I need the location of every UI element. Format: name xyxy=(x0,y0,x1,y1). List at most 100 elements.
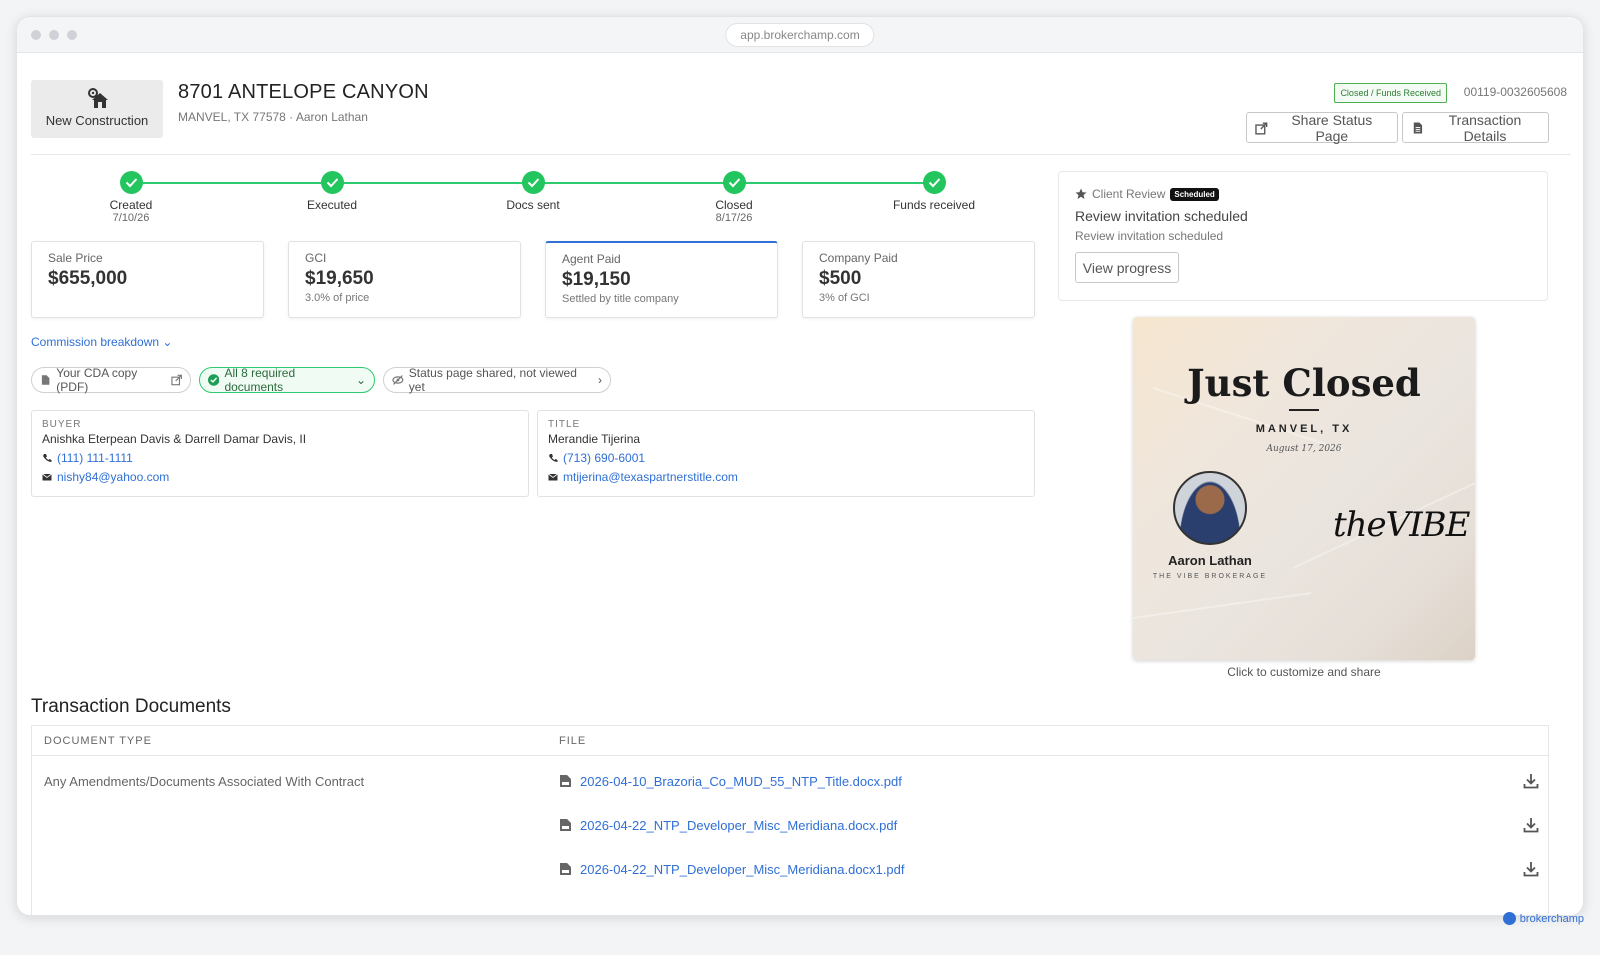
download-icon[interactable] xyxy=(1523,861,1539,877)
client-review-card: Client Review Scheduled Review invitatio… xyxy=(1058,171,1548,301)
share-icon xyxy=(1255,121,1268,135)
transaction-details-label: Transaction Details xyxy=(1448,111,1522,144)
graphic-divider xyxy=(1289,409,1319,411)
contact-phone-text: (713) 690-6001 xyxy=(563,451,646,465)
timeline-step-name: Executed xyxy=(306,198,358,212)
agent-avatar xyxy=(1173,471,1247,545)
pdf-file-icon xyxy=(41,375,50,385)
download-icon[interactable] xyxy=(1523,773,1539,789)
card-note: 3.0% of price xyxy=(305,292,370,304)
phone-icon xyxy=(43,454,52,462)
cda-copy-pill[interactable]: Your CDA copy (PDF) xyxy=(31,366,191,394)
check-icon xyxy=(521,171,545,194)
just-closed-graphic[interactable]: Just Closed MANVEL, TX August 17, 2026 A… xyxy=(1133,317,1475,660)
address-bar[interactable]: app.brokerchamp.com xyxy=(725,23,875,47)
timeline-step-date: 8/17/26 xyxy=(715,212,753,224)
graphic-agent-name: Aaron Lathan xyxy=(1168,553,1252,568)
graphic-date: August 17, 2026 xyxy=(1266,444,1342,454)
contact-email-text: nishy84@yahoo.com xyxy=(57,470,170,484)
documents-table: DOCUMENT TYPE FILE Any Amendments/Docume… xyxy=(31,725,1549,915)
chevron-right-icon: › xyxy=(598,373,602,387)
document-icon xyxy=(1413,121,1423,134)
check-icon xyxy=(722,171,746,194)
commission-breakdown-toggle[interactable]: Commission breakdown ⌄ xyxy=(31,335,172,349)
card-title: Agent Paid xyxy=(562,252,621,266)
company-paid-card: Company Paid $500 3% of GCI xyxy=(802,241,1035,318)
document-file-row: 2026-04-22_NTP_Developer_Misc_Meridiana.… xyxy=(559,815,1539,835)
view-progress-button[interactable]: View progress xyxy=(1075,252,1179,283)
window-controls[interactable] xyxy=(31,30,77,40)
contact-role: TITLE xyxy=(548,419,581,430)
timeline-step-date: 7/10/26 xyxy=(112,212,150,224)
brokerchamp-label: brokerchamp xyxy=(1519,912,1584,925)
documents-title: Transaction Documents xyxy=(31,696,231,717)
timeline-step-name: Closed xyxy=(715,198,753,212)
document-file-link[interactable]: 2026-04-22_NTP_Developer_Misc_Meridiana.… xyxy=(580,862,904,877)
pdf-file-icon xyxy=(560,819,571,831)
sale-price-card: Sale Price $655,000 xyxy=(31,241,264,318)
card-value: $19,150 xyxy=(562,269,631,290)
gci-card: GCI $19,650 3.0% of price xyxy=(288,241,521,318)
contact-phone[interactable]: (713) 690-6001 xyxy=(548,451,1024,465)
title-contact-card: TITLE Merandie Tijerina (713) 690-6001 m… xyxy=(537,410,1035,497)
status-page-label: Status page shared, not viewed yet xyxy=(408,366,577,394)
marble-vein xyxy=(1133,591,1312,619)
contact-name: Merandie Tijerina xyxy=(548,432,641,446)
browser-window: app.brokerchamp.com New Construction 870… xyxy=(16,16,1584,916)
contact-role: BUYER xyxy=(42,419,82,430)
buyer-contact-card: BUYER Anishka Eterpean Davis & Darrell D… xyxy=(31,410,529,497)
pdf-file-icon xyxy=(560,863,571,875)
card-title: Sale Price xyxy=(48,251,103,265)
card-value: $500 xyxy=(819,268,862,289)
chevron-down-icon: ⌄ xyxy=(162,335,173,349)
card-title: Company Paid xyxy=(819,251,898,265)
documents-table-header: DOCUMENT TYPE FILE xyxy=(32,726,1548,756)
contact-email[interactable]: mtijerina@texaspartnerstitle.com xyxy=(548,470,1024,484)
status-page-pill[interactable]: Status page shared, not viewed yet › xyxy=(383,366,611,394)
contact-phone-text: (111) 111-1111 xyxy=(57,451,133,465)
property-subline: MANVEL, TX 77578 · Aaron Lathan xyxy=(178,110,368,124)
browser-chrome: app.brokerchamp.com xyxy=(17,17,1583,53)
timeline-step-docs-sent: Docs sent xyxy=(473,171,593,212)
contact-email[interactable]: nishy84@yahoo.com xyxy=(42,470,518,484)
column-file: FILE xyxy=(559,735,587,747)
download-icon[interactable] xyxy=(1523,817,1539,833)
timeline-step-executed: Executed xyxy=(272,171,392,212)
document-file-link[interactable]: 2026-04-22_NTP_Developer_Misc_Meridiana.… xyxy=(580,818,897,833)
required-documents-pill[interactable]: All 8 required documents ⌄ xyxy=(199,366,375,394)
timeline-step-funds-received: Funds received xyxy=(874,171,994,212)
share-status-page-button[interactable]: Share Status Page xyxy=(1246,112,1398,144)
timeline-step-created: Created 7/10/26 xyxy=(71,171,191,224)
property-type-card: New Construction xyxy=(31,80,163,138)
card-value: $655,000 xyxy=(48,268,128,289)
document-file-row: 2026-04-22_NTP_Developer_Misc_Meridiana.… xyxy=(559,859,1539,879)
contact-email-text: mtijerina@texaspartnerstitle.com xyxy=(563,470,738,484)
agent-paid-card[interactable]: Agent Paid $19,150 Settled by title comp… xyxy=(545,241,778,318)
card-value: $19,650 xyxy=(305,268,374,289)
card-note: Settled by title company xyxy=(562,293,679,305)
client-review-label: Client Review xyxy=(1092,187,1166,201)
review-subtitle: Review invitation scheduled xyxy=(1075,229,1224,243)
star-icon xyxy=(1075,188,1087,199)
review-title: Review invitation scheduled xyxy=(1075,208,1248,224)
brokerage-logo: theVIBE xyxy=(1333,505,1470,545)
card-note: 3% of GCI xyxy=(819,292,870,304)
timeline-step-closed: Closed 8/17/26 xyxy=(674,171,794,224)
brokerchamp-badge[interactable]: brokerchamp xyxy=(1502,912,1584,925)
graphic-city: MANVEL, TX xyxy=(1255,423,1353,435)
chevron-down-icon: ⌄ xyxy=(355,373,366,387)
external-link-icon xyxy=(171,374,182,386)
brokerchamp-logo-icon xyxy=(1502,912,1516,925)
document-file-link[interactable]: 2026-04-10_Brazoria_Co_MUD_55_NTP_Title.… xyxy=(580,774,902,789)
client-review-header: Client Review Scheduled xyxy=(1075,187,1531,201)
transaction-id: 00119-0032605608 xyxy=(1463,85,1567,99)
scheduled-badge: Scheduled xyxy=(1170,187,1219,201)
check-icon xyxy=(320,171,344,194)
contact-phone[interactable]: (111) 111-1111 xyxy=(42,451,518,465)
graphic-caption: Click to customize and share xyxy=(1227,665,1381,679)
required-documents-label: All 8 required documents xyxy=(224,366,296,394)
transaction-details-button[interactable]: Transaction Details xyxy=(1402,111,1549,144)
status-badge: Closed / Funds Received xyxy=(1334,83,1447,103)
check-icon xyxy=(119,171,143,194)
check-icon xyxy=(922,171,946,194)
